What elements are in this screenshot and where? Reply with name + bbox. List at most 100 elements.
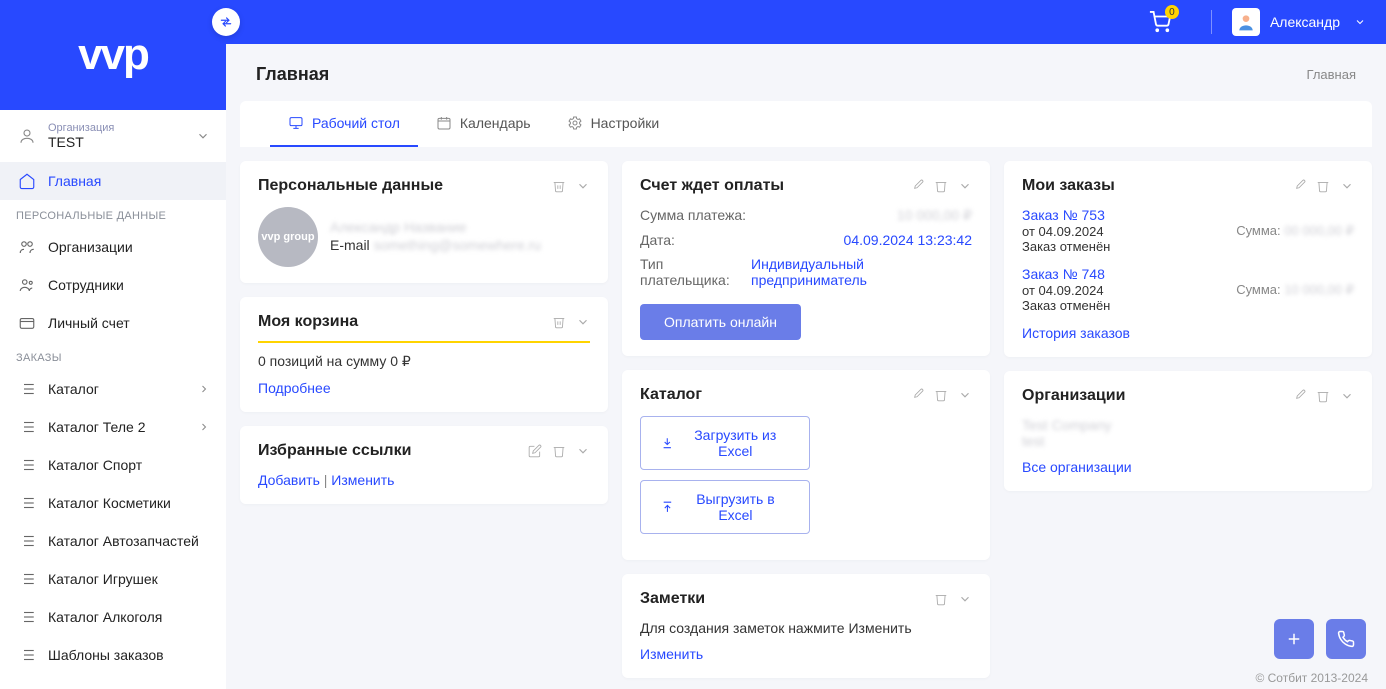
list-icon — [16, 570, 38, 588]
personal-title: Персональные данные — [258, 177, 443, 195]
trash-icon[interactable] — [552, 179, 566, 193]
list-icon — [16, 456, 38, 474]
col-3: Мои заказы Заказ № 753 от 04.09.2024 Сум… — [1004, 161, 1372, 491]
pay-online-button[interactable]: Оплатить онлайн — [640, 304, 801, 340]
favlinks-add-link[interactable]: Добавить — [258, 472, 320, 488]
users-icon — [16, 276, 38, 294]
pencil-icon[interactable] — [910, 388, 924, 402]
pencil-icon[interactable] — [1292, 389, 1306, 403]
chevron-down-icon[interactable] — [1340, 179, 1354, 193]
card-invoice: Счет ждет оплаты Сумма платежа:10 000,00… — [622, 161, 990, 356]
chevron-down-icon — [1354, 16, 1366, 28]
sidebar-item-staff[interactable]: Сотрудники — [0, 266, 226, 304]
orgs-title: Организации — [1022, 387, 1125, 405]
card-notes: Заметки Для создания заметок нажмите Изм… — [622, 574, 990, 678]
list-icon — [16, 608, 38, 626]
sidebar-item-catalog-cosmetics[interactable]: Каталог Косметики — [0, 484, 226, 522]
section-orders: ЗАКАЗЫ — [0, 342, 226, 370]
invoice-title: Счет ждет оплаты — [640, 177, 784, 195]
trash-icon[interactable] — [934, 179, 948, 193]
pencil-icon[interactable] — [528, 444, 542, 458]
list-icon — [16, 532, 38, 550]
col-1: Персональные данные vvp group Александр … — [240, 161, 608, 504]
sidebar-toggle[interactable] — [212, 8, 240, 36]
sidebar-item-catalog-tele2[interactable]: Каталог Теле 2 — [0, 408, 226, 446]
catalog-title: Каталог — [640, 386, 702, 404]
cart-title: Моя корзина — [258, 313, 358, 331]
pencil-icon[interactable] — [1292, 179, 1306, 193]
fab-group — [1274, 619, 1366, 659]
col-2: Счет ждет оплаты Сумма платежа:10 000,00… — [622, 161, 990, 678]
tab-calendar[interactable]: Календарь — [418, 101, 549, 147]
notes-title: Заметки — [640, 590, 705, 608]
sidebar-item-catalog-alcohol[interactable]: Каталог Алкоголя — [0, 598, 226, 636]
profile-avatar: vvp group — [258, 207, 318, 267]
add-fab[interactable] — [1274, 619, 1314, 659]
chevron-right-icon — [198, 421, 210, 433]
pencil-icon[interactable] — [910, 179, 924, 193]
chevron-down-icon[interactable] — [576, 315, 590, 329]
sidebar-item-organizations[interactable]: Организации — [0, 228, 226, 266]
card-catalog: Каталог Загрузить из Excel Выгрузить в E… — [622, 370, 990, 560]
trash-icon[interactable] — [1316, 389, 1330, 403]
download-icon — [661, 436, 674, 450]
import-excel-button[interactable]: Загрузить из Excel — [640, 416, 810, 470]
upload-icon — [661, 500, 674, 514]
sidebar-item-catalog-autoparts[interactable]: Каталог Автозапчастей — [0, 522, 226, 560]
breadcrumb: Главная — [1307, 67, 1356, 82]
sidebar-item-catalog[interactable]: Каталог — [0, 370, 226, 408]
cart-summary: 0 позиций на сумму 0 ₽ — [258, 353, 590, 370]
card-personal: Персональные данные vvp group Александр … — [240, 161, 608, 283]
org-label: Организация — [48, 122, 186, 134]
chevron-down-icon[interactable] — [576, 444, 590, 458]
list-icon — [16, 380, 38, 398]
trash-icon[interactable] — [552, 444, 566, 458]
call-fab[interactable] — [1326, 619, 1366, 659]
list-icon — [16, 418, 38, 436]
person-icon — [1236, 12, 1256, 32]
sidebar-item-account[interactable]: Личный счет — [0, 304, 226, 342]
swap-icon — [219, 15, 233, 29]
trash-icon[interactable] — [1316, 179, 1330, 193]
org-selector[interactable]: Организация TEST — [0, 110, 226, 162]
sidebar-item-catalog-sport[interactable]: Каталог Спорт — [0, 446, 226, 484]
tab-desktop[interactable]: Рабочий стол — [270, 101, 418, 147]
user-name: Александр — [1270, 14, 1340, 30]
org-name: TEST — [48, 134, 186, 150]
sidebar-item-catalog-toys[interactable]: Каталог Игрушек — [0, 560, 226, 598]
trash-icon[interactable] — [934, 592, 948, 606]
sidebar-item-order-templates[interactable]: Шаблоны заказов — [0, 636, 226, 674]
order-history-link[interactable]: История заказов — [1022, 325, 1130, 341]
plus-icon — [1285, 630, 1303, 648]
cart-button[interactable]: 0 — [1149, 11, 1171, 33]
cart-more-link[interactable]: Подробнее — [258, 380, 331, 396]
chevron-down-icon[interactable] — [958, 179, 972, 193]
briefcase-icon — [16, 238, 38, 256]
chevron-down-icon[interactable] — [576, 179, 590, 193]
order-link[interactable]: Заказ № 753 — [1022, 207, 1354, 223]
section-personal: ПЕРСОНАЛЬНЫЕ ДАННЫЕ — [0, 200, 226, 228]
footer: © Сотбит 2013-2024 — [1255, 671, 1368, 685]
notes-edit-link[interactable]: Изменить — [640, 646, 703, 662]
tabs: Рабочий стол Календарь Настройки — [240, 101, 1372, 147]
notes-text: Для создания заметок нажмите Изменить — [640, 620, 972, 636]
chevron-down-icon[interactable] — [958, 388, 972, 402]
tab-settings[interactable]: Настройки — [549, 101, 678, 147]
trash-icon[interactable] — [552, 315, 566, 329]
order-link[interactable]: Заказ № 748 — [1022, 266, 1354, 282]
gear-icon — [567, 115, 583, 131]
chevron-down-icon[interactable] — [1340, 389, 1354, 403]
monitor-icon — [288, 115, 304, 131]
chevron-right-icon — [198, 383, 210, 395]
order-item: Заказ № 748 от 04.09.2024 Сумма: 10 000,… — [1022, 266, 1354, 313]
profile-name: Александр Название — [330, 219, 541, 235]
favlinks-edit-link[interactable]: Изменить — [331, 472, 394, 488]
export-excel-button[interactable]: Выгрузить в Excel — [640, 480, 810, 534]
user-menu[interactable]: Александр — [1232, 8, 1366, 36]
sidebar-item-main[interactable]: Главная — [0, 162, 226, 200]
trash-icon[interactable] — [934, 388, 948, 402]
all-orgs-link[interactable]: Все организации — [1022, 459, 1132, 475]
cart-badge: 0 — [1165, 5, 1179, 19]
favlinks-title: Избранные ссылки — [258, 442, 411, 460]
chevron-down-icon[interactable] — [958, 592, 972, 606]
